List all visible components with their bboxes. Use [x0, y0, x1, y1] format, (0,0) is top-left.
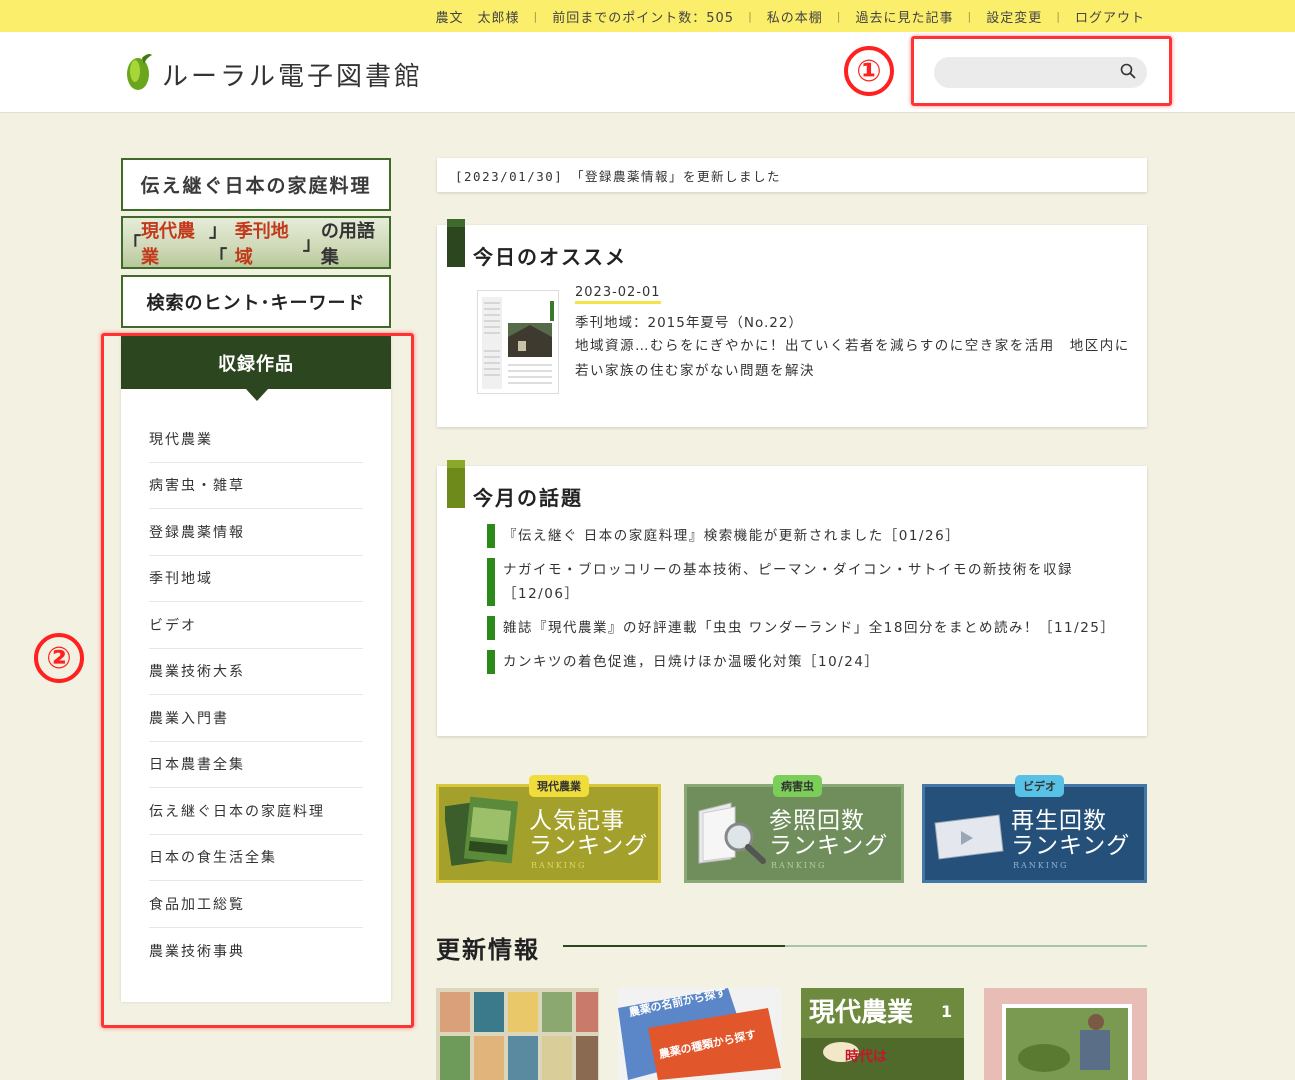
- traditional-cooking-banner[interactable]: 伝え継ぐ日本の家庭料理: [121, 158, 391, 211]
- recommend-title: 今日のオススメ: [473, 245, 627, 269]
- annotation-box-search: [911, 36, 1172, 106]
- ranking-subtitle: RANKING: [1013, 861, 1069, 870]
- annotation-marker-1: ①: [844, 46, 894, 96]
- glossary-highlight-1: 現代農業: [141, 220, 195, 268]
- thumb-issue-number: 1: [941, 1002, 953, 1021]
- top-bar: 農文 太郎様 前回までのポイント数：505 私の本棚 過去に見た記事 設定変更 …: [0, 0, 1295, 32]
- ranking-subtitle: RANKING: [531, 861, 587, 870]
- points-display: 前回までのポイント数：505: [520, 7, 735, 26]
- topics-title: 今月の話題: [473, 486, 583, 510]
- update-thumbnail[interactable]: 農薬の名前から探す 農薬の種類から探す: [618, 988, 781, 1080]
- topics-card: 今月の話題 『伝え継ぐ 日本の家庭料理』検索機能が更新されました［01/26］ …: [437, 460, 1147, 736]
- thumb-text: 時代は: [845, 1049, 887, 1065]
- leaf-logo-icon: [124, 52, 154, 96]
- thumb-magazine-title: 現代農業: [809, 998, 914, 1028]
- topic-item[interactable]: ナガイモ・ブロッコリーの基本技術、ピーマン・ダイコン・サトイモの新技術を収録［1…: [487, 558, 1117, 606]
- logout-link[interactable]: ログアウト: [1042, 7, 1145, 26]
- update-thumbnail[interactable]: [436, 988, 599, 1080]
- recommend-description[interactable]: 地域資源…むらをにぎやかに！出ていく若者を減らすのに空き家を活用 地区内に若い家…: [575, 334, 1135, 384]
- recommend-date: 2023-02-01: [575, 285, 661, 305]
- glossary-mid: 」「: [209, 220, 228, 268]
- glossary-suffix: の用語集: [320, 220, 375, 268]
- update-thumbnail[interactable]: [984, 988, 1147, 1080]
- popular-articles-ranking-banner[interactable]: 現代農業 人気記事 ランキング RANKING: [436, 775, 661, 883]
- settings-link[interactable]: 設定変更: [954, 7, 1043, 26]
- ranking-title: 人気記事 ランキング: [529, 808, 649, 859]
- ranking-tag: ビデオ: [1015, 775, 1064, 797]
- site-logo[interactable]: ルーラル電子図書館: [124, 52, 423, 96]
- update-thumbnail[interactable]: 現代農業 1 時代は: [801, 988, 964, 1080]
- topic-item[interactable]: 雑誌『現代農業』の好評連載「虫虫 ワンダーランド」全18回分をまとめ読み！［11…: [487, 616, 1117, 640]
- annotation-marker-2: ②: [34, 633, 84, 683]
- update-notice[interactable]: [2023/01/30] 「登録農薬情報」を更新しました: [437, 158, 1147, 192]
- pest-reference-ranking-banner[interactable]: 病害虫 参照回数 ランキング RANKING: [684, 775, 904, 883]
- topics-list: 『伝え継ぐ 日本の家庭料理』検索機能が更新されました［01/26］ ナガイモ・ブ…: [487, 524, 1117, 684]
- ranking-subtitle: RANKING: [771, 861, 827, 870]
- glossary-highlight-2: 季刊地域: [234, 220, 289, 268]
- glossary-q2: 」: [302, 233, 321, 255]
- magnifier-book-icon: [693, 797, 769, 871]
- video-playback-ranking-banner[interactable]: ビデオ 再生回数 ランキング RANKING: [922, 775, 1147, 883]
- my-bookshelf-link[interactable]: 私の本棚: [734, 7, 823, 26]
- recommend-thumbnail[interactable]: [477, 290, 559, 394]
- search-hints-banner[interactable]: 検索のヒント･キーワード: [121, 275, 391, 328]
- glossary-banner[interactable]: 「現代農業 」「 季刊地域」の用語集: [121, 216, 391, 269]
- site-name: ルーラル電子図書館: [162, 61, 424, 92]
- recommend-source: 季刊地域：2015年夏号（No.22）: [575, 315, 803, 331]
- video-player-icon: [933, 813, 1005, 865]
- history-link[interactable]: 過去に見た記事: [823, 7, 954, 26]
- annotation-box-collection: [101, 333, 414, 1028]
- topic-item[interactable]: 『伝え継ぐ 日本の家庭料理』検索機能が更新されました［01/26］: [487, 524, 1117, 548]
- ranking-tag: 病害虫: [773, 775, 822, 797]
- user-name: 農文 太郎様: [435, 10, 520, 26]
- recommend-card: 今日のオススメ 2023-02-01 季刊地域：2015年夏号（No.22） 地…: [437, 219, 1147, 427]
- ranking-title: 参照回数 ランキング: [769, 808, 889, 859]
- bookmark-flag-icon: [447, 460, 465, 508]
- ranking-tag: 現代農業: [529, 775, 589, 797]
- magazine-stack-icon: [443, 795, 523, 871]
- updates-divider: [563, 945, 1147, 947]
- topic-item[interactable]: カンキツの着色促進，日焼けほか温暖化対策［10/24］: [487, 650, 1117, 674]
- ranking-title: 再生回数 ランキング: [1011, 808, 1131, 859]
- updates-title: 更新情報: [436, 936, 540, 964]
- glossary-q1: 「: [123, 233, 141, 255]
- bookmark-flag-icon: [447, 219, 465, 267]
- user-menu: 農文 太郎様 前回までのポイント数：505 私の本棚 過去に見た記事 設定変更 …: [436, 0, 1146, 32]
